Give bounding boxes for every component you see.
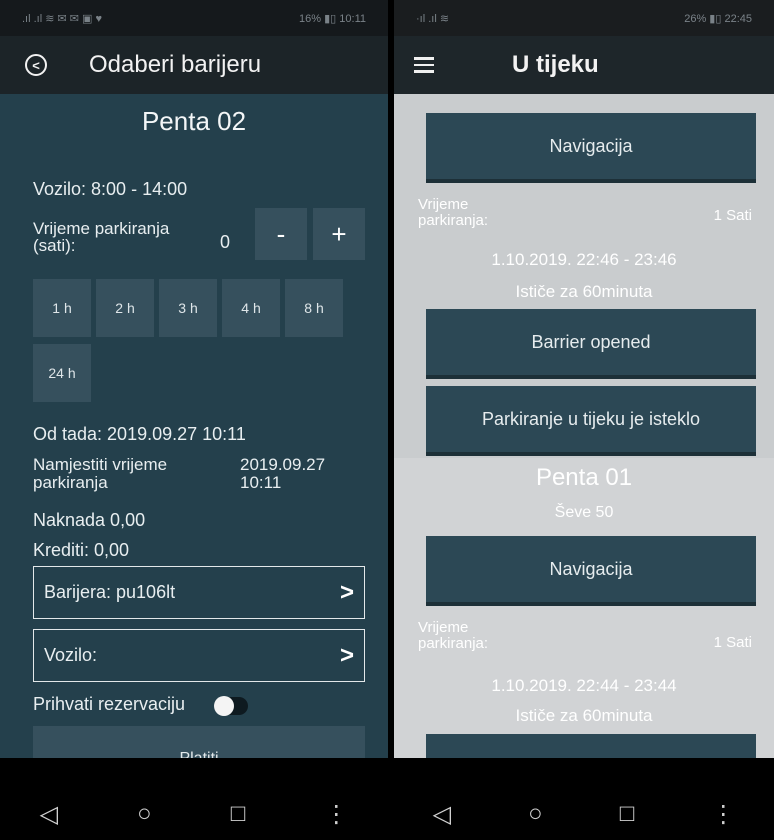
hour-option-1h[interactable]: 1 h bbox=[33, 279, 91, 337]
hour-option-3h[interactable]: 3 h bbox=[159, 279, 217, 337]
parking-card: Navigacija Vrijeme parkiranja: 1 Sati 1.… bbox=[394, 94, 774, 458]
navigation-button[interactable]: Navigacija bbox=[426, 536, 756, 606]
recents-nav-icon[interactable]: □ bbox=[231, 800, 246, 828]
barrier-select[interactable]: Barijera: pu106lt > bbox=[33, 566, 365, 619]
vehicle-hours: Vozilo: 8:00 - 14:00 bbox=[33, 179, 188, 199]
more-nav-icon[interactable]: ⋮ bbox=[711, 800, 735, 829]
navigation-button[interactable]: Navigacija bbox=[426, 113, 756, 183]
status-icons: ·ıl .ıl ≋ bbox=[416, 12, 450, 25]
vehicle-select-label: Vozilo: bbox=[44, 645, 98, 665]
hour-option-24h[interactable]: 24 h bbox=[33, 344, 91, 402]
app-bar: U tijeku bbox=[394, 36, 774, 94]
app-bar: < Odaberi barijeru bbox=[0, 36, 388, 94]
expires-in: Ističe za 60minuta bbox=[515, 282, 653, 301]
more-nav-icon[interactable]: ⋮ bbox=[324, 800, 348, 829]
hour-option-2h[interactable]: 2 h bbox=[96, 279, 154, 337]
parking-expired-button[interactable]: Parkiranje u tijeku je isteklo bbox=[426, 386, 756, 456]
status-battery-time: 16% ▮▯ 10:11 bbox=[299, 12, 366, 25]
back-nav-icon[interactable]: ◁ bbox=[433, 800, 451, 829]
vehicle-select[interactable]: Vozilo: > bbox=[33, 629, 365, 682]
lot-name: Penta 01 bbox=[535, 464, 633, 491]
parking-time-label: Vrijeme parkiranja (sati): bbox=[33, 219, 170, 255]
parking-time-label: Vrijeme parkiranja: bbox=[418, 619, 489, 652]
back-icon[interactable]: < bbox=[25, 54, 47, 76]
fee: Naknada 0,00 bbox=[33, 510, 146, 530]
barrier-select-label: Barijera: pu106lt bbox=[44, 582, 176, 602]
credits: Krediti: 0,00 bbox=[33, 540, 130, 560]
increase-button[interactable]: + bbox=[313, 208, 365, 260]
accept-reservation-toggle[interactable] bbox=[214, 696, 248, 716]
status-bar: .ıl .ıl ≋ ✉ ✉ ▣ ♥ 16% ▮▯ 10:11 bbox=[0, 0, 388, 36]
system-nav-bar: ◁ ○ □ ⋮ bbox=[394, 758, 774, 840]
parking-card: Penta 01 Ševe 50 Navigacija Vrijeme park… bbox=[394, 458, 774, 764]
left-screen: .ıl .ıl ≋ ✉ ✉ ▣ ♥ 16% ▮▯ 10:11 < Odaberi… bbox=[0, 0, 388, 840]
recents-nav-icon[interactable]: □ bbox=[620, 800, 635, 828]
parking-range: 1.10.2019. 22:46 - 23:46 bbox=[491, 250, 677, 269]
decrease-button[interactable]: - bbox=[255, 208, 307, 260]
toggle-knob bbox=[214, 696, 234, 716]
chevron-right-icon: > bbox=[339, 578, 354, 606]
chevron-right-icon: > bbox=[339, 641, 354, 669]
expires-in: Ističe za 60minuta bbox=[515, 706, 653, 725]
from-now: Od tada: 2019.09.27 10:11 bbox=[33, 424, 246, 444]
parking-time-value: 1 Sati bbox=[713, 207, 752, 224]
menu-icon[interactable] bbox=[414, 57, 434, 73]
active-parking-list: Navigacija Vrijeme parkiranja: 1 Sati 1.… bbox=[394, 94, 774, 764]
parking-time-label: Vrijeme parkiranja: bbox=[418, 196, 489, 229]
status-icons: .ıl .ıl ≋ ✉ ✉ ▣ ♥ bbox=[22, 12, 103, 25]
parking-time-value: 0 bbox=[220, 232, 231, 252]
set-time-value[interactable]: 2019.09.27 10:11 bbox=[240, 456, 350, 492]
parking-range: 1.10.2019. 22:44 - 23:44 bbox=[491, 676, 677, 695]
home-nav-icon[interactable]: ○ bbox=[137, 800, 152, 828]
right-screen: ·ıl .ıl ≋ 26% ▮▯ 22:45 U tijeku Navigaci… bbox=[394, 0, 774, 840]
set-time-label: Namjestiti vrijeme parkiranja bbox=[33, 455, 168, 492]
accept-reservation-label: Prihvati rezervaciju bbox=[33, 694, 186, 714]
page-title: U tijeku bbox=[512, 51, 599, 78]
page-title: Odaberi barijeru bbox=[89, 51, 262, 78]
lot-name: Penta 02 bbox=[141, 106, 247, 136]
system-nav-bar: ◁ ○ □ ⋮ bbox=[0, 758, 388, 840]
home-nav-icon[interactable]: ○ bbox=[528, 800, 543, 828]
barrier-opened-button[interactable]: Barrier opened bbox=[426, 309, 756, 379]
hour-option-4h[interactable]: 4 h bbox=[222, 279, 280, 337]
back-nav-icon[interactable]: ◁ bbox=[40, 800, 58, 829]
booking-form: Penta 02 Vozilo: 8:00 - 14:00 Vrijeme pa… bbox=[0, 94, 388, 767]
hour-option-8h[interactable]: 8 h bbox=[285, 279, 343, 337]
parking-time-value: 1 Sati bbox=[713, 634, 752, 651]
lot-address: Ševe 50 bbox=[554, 504, 614, 521]
status-bar: ·ıl .ıl ≋ 26% ▮▯ 22:45 bbox=[394, 0, 774, 36]
status-battery-time: 26% ▮▯ 22:45 bbox=[684, 12, 752, 25]
